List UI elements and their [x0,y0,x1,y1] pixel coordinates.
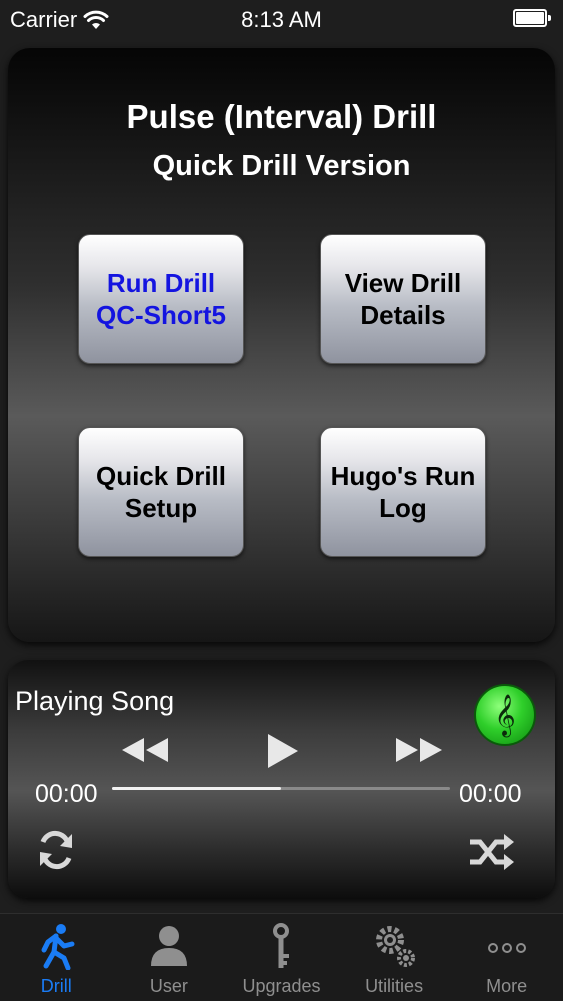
tab-user[interactable]: User [113,914,226,1001]
tab-drill[interactable]: Drill [0,914,113,1001]
run-drill-button[interactable]: Run Drill QC-Short5 [78,234,244,364]
view-drill-details-label: View Drill Details [344,268,462,330]
page-subtitle: Quick Drill Version [152,150,411,182]
playing-song-label: Playing Song [15,686,175,716]
tab-utilities-label: Utilities [365,976,424,996]
status-bar: Carrier 8:13 AM [0,0,563,38]
status-time: 8:13 AM [241,7,322,32]
tab-upgrades[interactable]: Upgrades [225,914,338,1001]
progress-fill [112,787,281,790]
page-title: Pulse (Interval) Drill [126,98,437,135]
gears-icon [376,926,416,967]
tab-utilities[interactable]: Utilities [338,914,451,1001]
run-log-button[interactable]: Hugo's Run Log [320,427,486,557]
quick-drill-setup-label: Quick Drill Setup [95,461,227,523]
tab-more[interactable]: More [450,914,563,1001]
music-note-icon[interactable]: 𝄞 [474,684,536,746]
progress-slider[interactable] [112,787,450,790]
music-player: Playing Song 𝄞 00:00 00:00 [8,660,555,898]
tab-bar: Drill User Upgrades Utilities More [0,913,563,1001]
tab-user-label: User [149,976,188,996]
key-icon [273,923,290,968]
run-drill-label: Run Drill QC-Short5 [96,268,226,330]
fast-forward-icon[interactable] [392,734,448,766]
ellipsis-icon [487,943,526,953]
play-icon[interactable] [262,732,302,770]
runner-icon [41,924,75,970]
remaining-time: 00:00 [459,780,522,808]
elapsed-time: 00:00 [35,780,98,808]
quick-drill-setup-button[interactable]: Quick Drill Setup [78,427,244,557]
repeat-icon[interactable] [34,828,78,872]
view-drill-details-button[interactable]: View Drill Details [320,234,486,364]
person-icon [150,926,187,966]
tab-more-label: More [486,976,528,996]
tab-drill-label: Drill [40,976,72,996]
tab-upgrades-label: Upgrades [242,976,321,996]
drill-panel: Pulse (Interval) Drill Quick Drill Versi… [8,48,555,642]
rewind-icon[interactable] [116,734,172,766]
battery-icon [513,9,551,27]
run-log-label: Hugo's Run Log [330,461,476,523]
shuffle-icon[interactable] [468,832,516,872]
